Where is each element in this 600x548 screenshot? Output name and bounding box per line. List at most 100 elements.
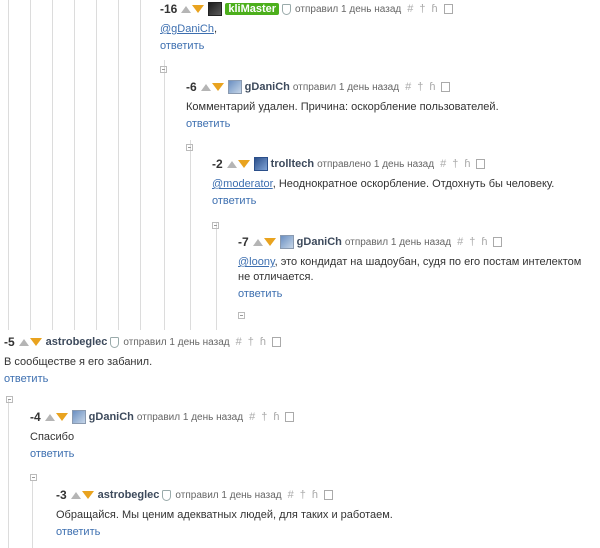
parent-link-icon[interactable]: †: [248, 336, 254, 348]
parent-link-icon[interactable]: †: [417, 81, 423, 93]
downvote-icon[interactable]: [192, 5, 205, 13]
downvote-icon[interactable]: [263, 238, 276, 246]
username[interactable]: kliMaster: [225, 3, 280, 15]
timestamp: отправил 1 день назад: [175, 489, 282, 501]
comment-body: @gDaniCh,: [160, 18, 600, 37]
thread-link-icon[interactable]: ɦ: [429, 81, 435, 93]
comment: -2 trolltech отправлено 1 день назад # †…: [212, 155, 600, 208]
thread-line: [96, 0, 97, 330]
permalink-icon[interactable]: #: [249, 411, 255, 423]
permalink-icon[interactable]: #: [457, 236, 463, 248]
username[interactable]: astrobeglec: [98, 489, 160, 501]
comment-score: -3: [56, 488, 67, 502]
permalink-icon[interactable]: #: [236, 336, 242, 348]
permalink-icon[interactable]: #: [440, 158, 446, 170]
permalink-icon[interactable]: #: [288, 489, 294, 501]
thread-link-icon[interactable]: ɦ: [273, 411, 279, 423]
mention-link[interactable]: @gDaniCh: [160, 23, 214, 35]
upvote-icon[interactable]: [181, 5, 192, 13]
username[interactable]: astrobeglec: [46, 336, 108, 348]
reply-link[interactable]: ответить: [160, 37, 204, 53]
save-icon[interactable]: [323, 490, 333, 500]
thread-line: [8, 0, 9, 330]
reply-link[interactable]: ответить: [238, 285, 282, 301]
save-icon[interactable]: [271, 337, 281, 347]
save-icon[interactable]: [441, 82, 451, 92]
reply-link[interactable]: ответить: [4, 370, 48, 386]
comment-header: -6 gDaniCh отправил 1 день назад # † ɦ: [186, 78, 600, 96]
collapse-toggle[interactable]: [186, 144, 193, 151]
comment-body: Обращайся. Мы ценим адекватных людей, дл…: [56, 504, 600, 523]
permalink-icon[interactable]: #: [407, 3, 413, 15]
collapse-toggle[interactable]: [6, 396, 13, 403]
downvote-icon[interactable]: [29, 338, 42, 346]
upvote-icon[interactable]: [44, 413, 55, 421]
thread-line: [30, 0, 31, 330]
save-icon[interactable]: [443, 4, 453, 14]
shield-icon: [110, 336, 120, 348]
comment-score: -7: [238, 235, 249, 249]
avatar[interactable]: [253, 157, 268, 171]
save-icon[interactable]: [493, 237, 503, 247]
thread-link-icon[interactable]: ɦ: [464, 158, 470, 170]
comment-body: Комментарий удален. Причина: оскорбление…: [186, 96, 600, 115]
comment-body: В сообществе я его забанил.: [4, 351, 600, 370]
upvote-icon[interactable]: [252, 238, 263, 246]
thread-line: [52, 0, 53, 330]
comment-text: Обращайся. Мы ценим адекватных людей, дл…: [56, 509, 393, 521]
upvote-icon[interactable]: [18, 338, 29, 346]
comment-score: -16: [160, 2, 178, 16]
comment-header: -4 gDaniCh отправил 1 день назад # † ɦ: [30, 408, 600, 426]
collapse-toggle[interactable]: [212, 222, 219, 229]
collapse-toggle[interactable]: [160, 66, 167, 73]
comment-body: @moderator, Неоднократное оскорбление. О…: [212, 173, 600, 192]
comment: -16 kliMaster отправил 1 день назад # † …: [160, 0, 600, 53]
collapse-toggle[interactable]: [30, 474, 37, 481]
permalink-icon[interactable]: #: [405, 81, 411, 93]
parent-link-icon[interactable]: †: [419, 3, 425, 15]
reply-link[interactable]: ответить: [56, 523, 100, 539]
mention-link[interactable]: @loony: [238, 256, 275, 268]
username[interactable]: gDaniCh: [297, 236, 342, 248]
parent-link-icon[interactable]: †: [261, 411, 267, 423]
comment: -7 gDaniCh отправил 1 день назад # † ɦ @…: [238, 233, 600, 301]
avatar[interactable]: [279, 235, 294, 249]
upvote-icon[interactable]: [70, 491, 81, 499]
username[interactable]: gDaniCh: [245, 81, 290, 93]
reply-link[interactable]: ответить: [186, 115, 230, 131]
parent-link-icon[interactable]: †: [469, 236, 475, 248]
avatar[interactable]: [71, 410, 86, 424]
reply-link[interactable]: ответить: [30, 445, 74, 461]
avatar[interactable]: [208, 2, 223, 16]
collapse-toggle[interactable]: [238, 312, 245, 319]
comment: -4 gDaniCh отправил 1 день назад # † ɦ С…: [30, 408, 600, 461]
downvote-icon[interactable]: [55, 413, 68, 421]
save-icon[interactable]: [476, 159, 486, 169]
comment-text: ,: [213, 23, 218, 35]
comment-header: -2 trolltech отправлено 1 день назад # †…: [212, 155, 600, 173]
downvote-icon[interactable]: [237, 160, 250, 168]
comment-score: -6: [186, 80, 197, 94]
save-icon[interactable]: [285, 412, 295, 422]
thread-link-icon[interactable]: ɦ: [312, 489, 318, 501]
avatar[interactable]: [227, 80, 242, 94]
parent-link-icon[interactable]: †: [300, 489, 306, 501]
comment: -6 gDaniCh отправил 1 день назад # † ɦ К…: [186, 78, 600, 131]
thread-link-icon[interactable]: ɦ: [260, 336, 266, 348]
downvote-icon[interactable]: [211, 83, 224, 91]
comment-text: , Неоднократное оскорбление. Отдохнуть б…: [272, 178, 555, 190]
comment-header: -5 astrobeglec отправил 1 день назад # †…: [4, 333, 600, 351]
downvote-icon[interactable]: [81, 491, 94, 499]
mention-link[interactable]: @moderator: [212, 178, 273, 190]
username[interactable]: trolltech: [271, 158, 314, 170]
timestamp: отправил 1 день назад: [344, 236, 452, 248]
thread-link-icon[interactable]: ɦ: [431, 3, 437, 15]
thread-line: [216, 222, 217, 330]
parent-link-icon[interactable]: †: [452, 158, 458, 170]
shield-icon: [162, 489, 172, 501]
thread-link-icon[interactable]: ɦ: [481, 236, 487, 248]
reply-link[interactable]: ответить: [212, 192, 256, 208]
upvote-icon[interactable]: [226, 160, 237, 168]
upvote-icon[interactable]: [200, 83, 211, 91]
username[interactable]: gDaniCh: [89, 411, 134, 423]
